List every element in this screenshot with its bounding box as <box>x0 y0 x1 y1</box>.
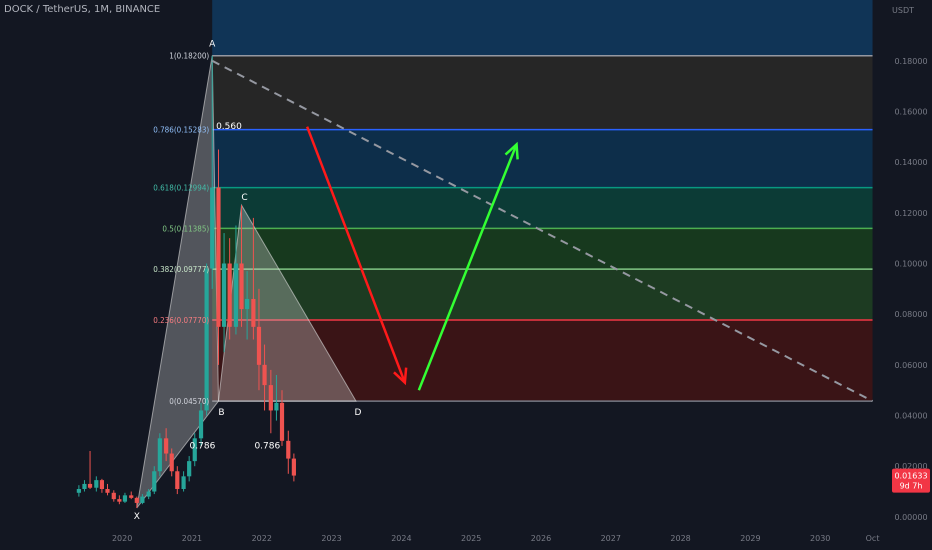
fib-level-label: 1(0.18200) <box>169 52 209 61</box>
candle-body <box>87 483 93 488</box>
candle-body <box>146 491 151 497</box>
candle-body <box>274 402 279 411</box>
fib-level-label: 0.618(0.12994) <box>153 184 209 193</box>
time-axis[interactable]: 2020 2021 2022 2023 2024 2025 2026 2027 2028 2029… <box>0 527 932 550</box>
price-tick-label: 0.00000 <box>894 513 927 522</box>
price-chart[interactable]: X A B C D 0.786 0.786 0.560 1(0.18200) 0.786(0.… <box>0 0 932 550</box>
candle-body <box>76 488 81 493</box>
time-tick-label: Oct <box>866 534 880 543</box>
symbol-name: DOCK / TetherUS <box>4 4 88 15</box>
candle-body <box>181 476 186 489</box>
time-tick-label: 2024 <box>391 534 411 543</box>
candle-body <box>152 471 157 492</box>
fib-level-label: 0.786(0.15283) <box>153 126 209 135</box>
candle-body <box>157 438 162 472</box>
time-tick-label: 2029 <box>740 534 760 543</box>
fib-level-label: 0.5(0.11385) <box>162 224 209 233</box>
pattern-point-label: X <box>134 512 140 522</box>
candle-body <box>210 187 215 269</box>
candle-body <box>279 402 285 441</box>
time-tick-label: 2030 <box>810 534 830 543</box>
time-tick-label: 2020 <box>112 534 132 543</box>
price-tick-label: 0.12000 <box>894 209 927 218</box>
pattern-ratio-label: 0.786 <box>254 441 280 451</box>
time-tick-label: 2026 <box>531 534 551 543</box>
last-price-badge: 0.016339d 7h <box>892 468 930 493</box>
time-tick-label: 2022 <box>252 534 272 543</box>
candle-body <box>204 268 209 411</box>
price-tick-label: 0.04000 <box>894 412 927 421</box>
interval: 1M <box>93 4 109 15</box>
candle-body <box>117 499 122 502</box>
time-tick-label: 2021 <box>182 534 202 543</box>
candle-body <box>94 480 99 488</box>
bar-countdown: 9d 7h <box>900 482 923 491</box>
candle-body <box>221 263 227 327</box>
candle-body <box>169 453 174 472</box>
candle-body <box>140 496 145 503</box>
candle-body <box>245 298 250 310</box>
pattern-ratio-label: 0.786 <box>190 441 216 451</box>
candle-body <box>227 263 232 327</box>
candle-body <box>233 263 239 327</box>
pattern-point-label: C <box>241 193 247 203</box>
time-tick-label: 2028 <box>670 534 690 543</box>
price-tick-label: 0.06000 <box>894 361 927 370</box>
candle-body <box>239 263 244 310</box>
fib-level-label: 0.236(0.07770) <box>153 316 209 325</box>
candle-body <box>134 497 139 503</box>
pattern-ratio-label: 0.560 <box>216 122 242 132</box>
candle-body <box>175 471 180 489</box>
price-tick-label: 0.18000 <box>894 57 927 66</box>
candle-body <box>164 438 169 454</box>
pattern-point-label: D <box>355 408 362 418</box>
candle-body <box>251 298 256 327</box>
pattern-point-label: B <box>218 408 224 418</box>
fib-fill-band <box>212 228 873 270</box>
fib-fill-top <box>212 0 873 56</box>
time-tick-label: 2023 <box>321 534 341 543</box>
candle-body <box>291 458 296 476</box>
candle-body <box>216 187 221 327</box>
candle-body <box>105 488 110 493</box>
fib-level-label: 0(0.04570) <box>169 397 209 406</box>
price-tick-label: 0.10000 <box>894 260 927 269</box>
time-tick-label: 2027 <box>601 534 621 543</box>
price-axis-unit: USDT <box>892 6 914 15</box>
last-price-value: 0.01633 <box>894 472 927 481</box>
fib-fill-band <box>212 187 873 229</box>
fib-fill-band <box>212 269 873 321</box>
candle-body <box>262 364 267 386</box>
price-tick-label: 0.08000 <box>894 310 927 319</box>
price-axis[interactable]: 0.18000 0.16000 0.14000 0.12000 0.10000 0.080… <box>890 0 932 550</box>
time-tick-label: 2025 <box>461 534 481 543</box>
price-tick-label: 0.16000 <box>894 107 927 116</box>
candle-body <box>111 492 116 500</box>
candle-body <box>82 483 87 489</box>
candle-body <box>286 440 291 459</box>
exchange: BINANCE <box>115 4 161 15</box>
candle-body <box>268 385 273 411</box>
fib-level-label: 0.382(0.09777) <box>153 265 209 274</box>
price-tick-label: 0.14000 <box>894 158 927 167</box>
fib-fill-band <box>212 55 873 130</box>
candle-body <box>198 410 204 439</box>
candle-body <box>99 480 105 489</box>
candle-body <box>122 495 128 502</box>
candle-body <box>256 326 262 365</box>
chart-title: DOCK / TetherUS, 1M, BINANCE <box>4 4 160 15</box>
pattern-point-label: A <box>209 40 216 50</box>
candle-body <box>129 495 134 498</box>
candle-body <box>187 461 192 477</box>
